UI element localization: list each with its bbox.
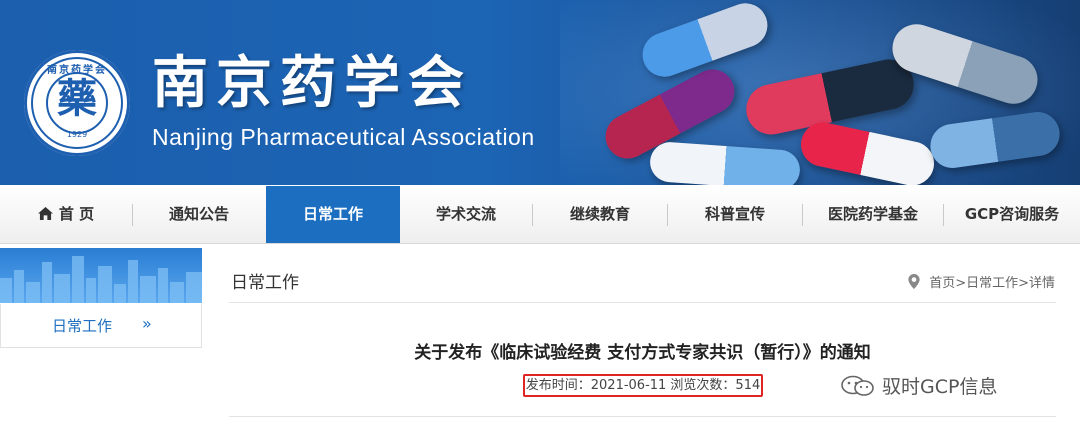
nav-item-fund[interactable]: 医院药学基金 [803,186,943,243]
nav-item-education[interactable]: 继续教育 [533,186,667,243]
association-logo[interactable]: 南京药学会 藥 1929 [24,50,130,156]
nav-item-label: 日常工作 [302,205,363,223]
divider [229,302,1056,303]
location-pin-icon [908,274,920,289]
nav-item-label: 医院药学基金 [827,205,918,223]
nav-item-daily-work[interactable]: 日常工作 [266,186,400,243]
logo-center-char: 藥 [57,76,97,122]
nav-item-label: 科普宣传 [704,205,765,223]
logo-year: 1929 [66,130,88,139]
wechat-watermark: 驭时GCP信息 [840,372,997,399]
site-title-en: Nanjing Pharmaceutical Association [152,124,535,150]
breadcrumb: 首页>日常工作>详情 [908,272,1055,291]
double-chevron-right-icon: » [142,314,152,333]
section-title: 日常工作 [231,273,299,293]
logo-arc-text: 南京药学会 [47,65,107,76]
divider [229,416,1056,417]
nav-item-academic[interactable]: 学术交流 [400,186,532,243]
sidebar-item-label: 日常工作 [52,317,113,335]
watermark-text: 驭时GCP信息 [882,376,998,398]
main-nav: 首 页 通知公告 日常工作 学术交流 继续教育 科普宣传 医院药学基金 GCP咨… [0,186,1080,244]
sidebar-item-daily-work[interactable]: 日常工作 » [0,304,202,348]
home-icon [37,207,53,220]
header-banner: 南京药学会 藥 1929 南京药学会 Nanjing Pharmaceutica… [0,0,1080,185]
nav-item-notices[interactable]: 通知公告 [133,186,265,243]
city-skyline-image [0,256,202,303]
breadcrumb-text[interactable]: 首页>日常工作>详情 [929,276,1055,291]
wechat-icon [841,375,874,396]
sidebar-banner [0,248,202,303]
nav-item-gcp[interactable]: GCP咨询服务 [944,186,1080,243]
site-title-cn: 南京药学会 [152,50,472,116]
nav-item-label: GCP咨询服务 [964,205,1060,223]
article-title: 关于发布《临床试验经费 支付方式专家共识（暂行）》的通知 [414,343,871,363]
article-meta: 发布时间：2021-06-11 浏览次数：514 [523,374,763,397]
nav-item-label: 通知公告 [168,205,229,223]
nav-item-label: 学术交流 [435,205,496,223]
nav-item-label: 首 页 [58,205,95,223]
nav-item-science[interactable]: 科普宣传 [668,186,802,243]
nav-item-home[interactable]: 首 页 [0,186,132,243]
nav-item-label: 继续教育 [569,205,630,223]
